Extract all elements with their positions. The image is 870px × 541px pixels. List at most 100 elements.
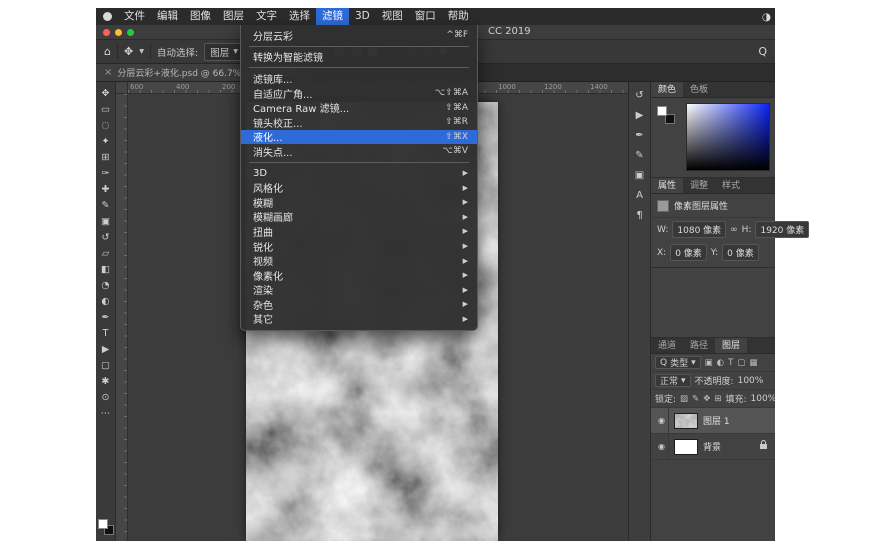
- marquee-tool[interactable]: ▭: [98, 102, 114, 117]
- menu-item-noise[interactable]: 杂色 ▶: [241, 297, 477, 312]
- menu-item-vanishing-point[interactable]: 消失点... ⌥⌘V: [241, 144, 477, 159]
- search-icon[interactable]: Q: [758, 45, 767, 58]
- tab-adjustments[interactable]: 调整: [683, 178, 715, 193]
- foreground-color-swatch[interactable]: [98, 519, 108, 529]
- foreground-background-swatches[interactable]: [98, 519, 114, 535]
- clone-stamp-tool[interactable]: ▣: [98, 214, 114, 229]
- edit-toolbar-icon[interactable]: ⋯: [98, 406, 114, 421]
- move-tool-caret-icon[interactable]: ▾: [139, 46, 144, 57]
- path-selection-tool[interactable]: ▶: [98, 342, 114, 357]
- layer-row-background[interactable]: ◉ 背景: [651, 434, 775, 460]
- move-tool[interactable]: ✥: [98, 86, 114, 101]
- dodge-tool[interactable]: ◐: [98, 294, 114, 309]
- pen-tool[interactable]: ✒: [98, 310, 114, 325]
- menu-item-filter-gallery[interactable]: 滤镜库...: [241, 71, 477, 86]
- width-field[interactable]: 1080 像素: [672, 221, 726, 238]
- menu-file[interactable]: 文件: [118, 8, 151, 25]
- menu-item-pixelate[interactable]: 像素化 ▶: [241, 268, 477, 283]
- link-dimensions-icon[interactable]: ∞: [730, 225, 738, 235]
- brush-tool[interactable]: ✎: [98, 198, 114, 213]
- minimize-window-button[interactable]: [115, 29, 122, 36]
- menu-item-distort[interactable]: 扭曲 ▶: [241, 224, 477, 239]
- lock-artboard-icon[interactable]: ⊞: [714, 394, 721, 404]
- clone-source-panel-icon[interactable]: ▣: [635, 170, 644, 181]
- foreground-color-swatch[interactable]: [657, 106, 667, 116]
- menu-layer[interactable]: 图层: [217, 8, 250, 25]
- history-panel-icon[interactable]: ↺: [635, 90, 643, 101]
- menu-item-camera-raw[interactable]: Camera Raw 滤镜... ⇧⌘A: [241, 100, 477, 115]
- menu-edit[interactable]: 编辑: [151, 8, 184, 25]
- eyedropper-tool[interactable]: ✑: [98, 166, 114, 181]
- quick-selection-tool[interactable]: ✦: [98, 134, 114, 149]
- lock-position-icon[interactable]: ✥: [703, 394, 710, 404]
- menu-item-3d[interactable]: 3D ▶: [241, 166, 477, 181]
- layer-name[interactable]: 图层 1: [703, 414, 730, 427]
- menu-item-lens-correction[interactable]: 镜头校正... ⇧⌘R: [241, 115, 477, 130]
- menu-item-video[interactable]: 视频 ▶: [241, 253, 477, 268]
- blur-tool[interactable]: ◔: [98, 278, 114, 293]
- layer-thumbnail[interactable]: [674, 413, 698, 429]
- filter-pixel-layers-icon[interactable]: ▣: [705, 358, 713, 368]
- menu-window[interactable]: 窗口: [409, 8, 442, 25]
- gradient-tool[interactable]: ◧: [98, 262, 114, 277]
- tab-paths[interactable]: 路径: [683, 338, 715, 353]
- menu-select[interactable]: 选择: [283, 8, 316, 25]
- menu-item-blur[interactable]: 模糊 ▶: [241, 195, 477, 210]
- y-field[interactable]: 0 像素: [722, 244, 759, 261]
- x-field[interactable]: 0 像素: [670, 244, 707, 261]
- brushes-panel-icon[interactable]: ✎: [635, 150, 643, 161]
- menu-3d[interactable]: 3D: [349, 8, 376, 25]
- hand-tool[interactable]: ✱: [98, 374, 114, 389]
- tab-properties[interactable]: 属性: [651, 178, 683, 193]
- paragraph-panel-icon[interactable]: ¶: [636, 210, 642, 221]
- home-icon[interactable]: ⌂: [104, 45, 111, 58]
- menu-item-convert-smart-filters[interactable]: 转换为智能滤镜: [241, 50, 477, 65]
- height-field[interactable]: 1920 像素: [755, 221, 809, 238]
- menu-item-liquify[interactable]: 液化... ⇧⌘X: [241, 130, 477, 145]
- tab-channels[interactable]: 通道: [651, 338, 683, 353]
- menu-item-adaptive-wide-angle[interactable]: 自适应广角... ⌥⇧⌘A: [241, 86, 477, 101]
- tab-styles[interactable]: 样式: [715, 178, 747, 193]
- layer-thumbnail[interactable]: [674, 439, 698, 455]
- lock-transparency-icon[interactable]: ▨: [680, 394, 688, 404]
- menu-item-blur-gallery[interactable]: 模糊画廊 ▶: [241, 210, 477, 225]
- filter-smart-objects-icon[interactable]: ▦: [749, 358, 757, 368]
- apple-menu-icon[interactable]: [103, 12, 112, 21]
- pen-panel-icon[interactable]: ✒: [635, 130, 643, 141]
- close-tab-icon[interactable]: ×: [104, 67, 112, 78]
- actions-panel-icon[interactable]: ▶: [636, 110, 644, 121]
- color-panel-fg-bg-swatches[interactable]: [657, 106, 675, 124]
- tab-layers[interactable]: 图层: [715, 338, 747, 353]
- shape-tool[interactable]: ▢: [98, 358, 114, 373]
- layer-filter-dropdown[interactable]: Q 类型 ▾: [655, 356, 701, 369]
- fill-value[interactable]: 100%: [751, 394, 776, 404]
- move-tool-icon[interactable]: ✥: [124, 45, 133, 58]
- lock-pixels-icon[interactable]: ✎: [692, 394, 699, 404]
- menu-item-render[interactable]: 渲染 ▶: [241, 283, 477, 298]
- menu-item-sharpen[interactable]: 锐化 ▶: [241, 239, 477, 254]
- auto-select-dropdown[interactable]: 图层 ▾: [204, 43, 244, 61]
- filter-type-layers-icon[interactable]: T: [728, 358, 733, 368]
- menu-view[interactable]: 视图: [376, 8, 409, 25]
- tab-color[interactable]: 颜色: [651, 82, 683, 97]
- character-panel-icon[interactable]: A: [636, 190, 643, 201]
- close-window-button[interactable]: [103, 29, 110, 36]
- history-brush-tool[interactable]: ↺: [98, 230, 114, 245]
- healing-brush-tool[interactable]: ✚: [98, 182, 114, 197]
- blend-mode-dropdown[interactable]: 正常 ▾: [655, 374, 691, 387]
- visibility-eye-icon[interactable]: ◉: [655, 408, 669, 433]
- eraser-tool[interactable]: ▱: [98, 246, 114, 261]
- color-picker-field[interactable]: [686, 103, 770, 171]
- zoom-tool[interactable]: ⊙: [98, 390, 114, 405]
- tab-swatches[interactable]: 色板: [683, 82, 715, 97]
- menu-help[interactable]: 帮助: [442, 8, 475, 25]
- layer-name[interactable]: 背景: [703, 440, 721, 453]
- opacity-value[interactable]: 100%: [738, 376, 764, 386]
- menubar-status-icon[interactable]: ◑: [762, 11, 771, 23]
- menu-item-other[interactable]: 其它 ▶: [241, 312, 477, 327]
- lasso-tool[interactable]: ◌: [98, 118, 114, 133]
- layer-row-layer1[interactable]: ◉ 图层 1: [651, 408, 775, 434]
- crop-tool[interactable]: ⊞: [98, 150, 114, 165]
- menu-image[interactable]: 图像: [184, 8, 217, 25]
- filter-adjustment-layers-icon[interactable]: ◐: [717, 358, 724, 368]
